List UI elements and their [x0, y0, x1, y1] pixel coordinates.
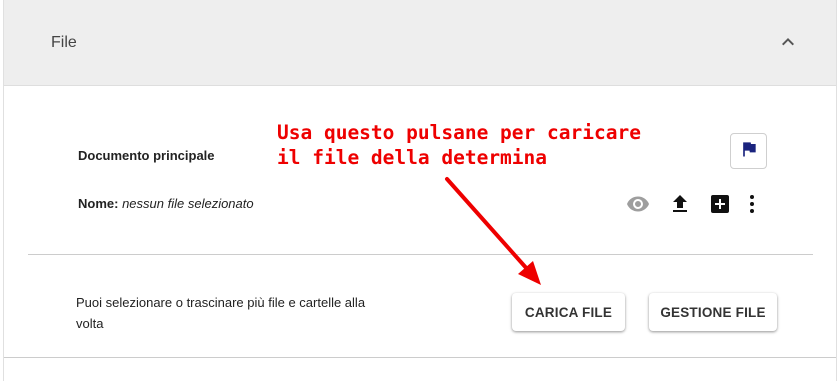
annotation-text: Usa questo pulsane per caricare il file … — [277, 120, 641, 170]
flag-icon — [739, 139, 759, 164]
panel-title: File — [51, 34, 77, 51]
annotation-line-2: il file della determina — [277, 146, 548, 169]
add-box-icon[interactable] — [708, 192, 732, 216]
file-panel: File Documento principale Nome: nessun f… — [3, 0, 837, 381]
chevron-up-icon[interactable] — [776, 30, 800, 54]
document-title: Documento principale — [78, 148, 215, 163]
upload-file-button[interactable]: CARICA FILE — [512, 293, 625, 331]
file-name-row: Nome: nessun file selezionato — [78, 196, 254, 211]
eye-icon[interactable] — [626, 192, 650, 216]
panel-header[interactable]: File — [4, 0, 836, 86]
bottom-divider — [4, 357, 836, 358]
file-name-label: Nome: — [78, 196, 119, 211]
flag-button[interactable] — [730, 133, 767, 169]
manage-files-button[interactable]: GESTIONE FILE — [649, 293, 777, 331]
upload-hint: Puoi selezionare o trascinare più file e… — [76, 295, 366, 331]
section-divider — [28, 254, 813, 255]
file-name-value: nessun file selezionato — [122, 196, 254, 211]
more-vert-icon[interactable] — [740, 192, 764, 216]
annotation-line-1: Usa questo pulsane per caricare — [277, 121, 641, 144]
upload-icon[interactable] — [668, 192, 692, 216]
